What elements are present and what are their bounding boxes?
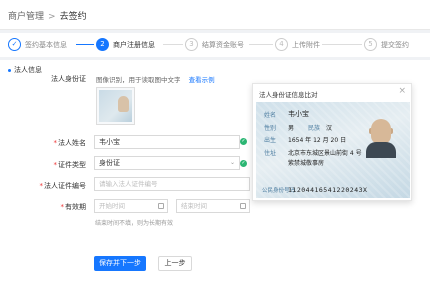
save-next-button[interactable]: 保存并下一步 bbox=[94, 256, 146, 271]
validity-label-text: 有效期 bbox=[65, 203, 86, 211]
required-mark: * bbox=[39, 182, 44, 190]
card-id-number: 11204416541220243X bbox=[288, 186, 368, 194]
idcard-thumbnail[interactable] bbox=[96, 87, 135, 125]
cert-type-valid-check-icon: ✓ bbox=[240, 160, 247, 167]
validity-hint: 结束时间不填，则为长期有效 bbox=[95, 220, 174, 227]
idcard-thumbnail-photo bbox=[118, 96, 129, 112]
card-address-line1: 北京市东城区景山前街 4 号 bbox=[288, 150, 362, 157]
idcard-hint: 图像识别，用于读取图中文字 查看示例 bbox=[96, 74, 215, 84]
required-mark: * bbox=[60, 203, 65, 211]
steps-bar: ✓ 签约基本信息 2 商户注册信息 3 结算资金账号 4 上传附件 5 提交签约 bbox=[0, 33, 430, 57]
step-2-label: 商户注册信息 bbox=[113, 41, 155, 49]
breadcrumb-current: 去签约 bbox=[59, 12, 87, 22]
card-ethnicity-label: 民族 bbox=[308, 125, 321, 132]
breadcrumb-parent[interactable]: 商户管理 bbox=[8, 12, 44, 22]
step-connector bbox=[249, 44, 273, 45]
card-gender-label: 性别 bbox=[264, 125, 277, 132]
popup-title: 法人身份证信息比对 bbox=[259, 91, 318, 99]
validity-label: *有效期 bbox=[6, 202, 87, 212]
cert-type-select[interactable]: 身份证 bbox=[94, 156, 240, 170]
validity-start-input[interactable]: 开始时间 bbox=[94, 199, 168, 213]
header-bar: 商户管理 > 去签约 bbox=[0, 0, 430, 30]
card-gender: 男 bbox=[288, 125, 295, 132]
breadcrumb-separator: > bbox=[48, 12, 56, 22]
idcard-preview-popup: 法人身份证信息比对 × 姓名 韦小宝 性别 男 民族 汉 出生 1654 年 1… bbox=[252, 83, 412, 201]
portrait-body bbox=[366, 142, 396, 158]
required-mark: * bbox=[53, 139, 58, 147]
step-3-number: 3 bbox=[185, 38, 198, 51]
card-portrait bbox=[366, 116, 396, 158]
card-name-label: 姓名 bbox=[264, 112, 277, 119]
step-5-label: 提交签约 bbox=[381, 41, 409, 49]
required-mark: * bbox=[53, 161, 58, 169]
name-input[interactable]: 韦小宝 bbox=[94, 135, 240, 149]
card-name: 韦小宝 bbox=[288, 110, 309, 118]
cert-no-input[interactable]: 请输入法人证件编号 bbox=[94, 177, 250, 191]
card-ethnicity: 汉 bbox=[326, 125, 333, 132]
breadcrumb: 商户管理 > 去签约 bbox=[8, 9, 87, 22]
card-address-label: 住址 bbox=[264, 150, 277, 157]
step-1-label: 签约基本信息 bbox=[25, 41, 67, 49]
calendar-icon bbox=[158, 203, 164, 209]
chevron-down-icon[interactable]: ⌄ bbox=[230, 159, 235, 166]
page-root: 商户管理 > 去签约 ✓ 签约基本信息 2 商户注册信息 3 结算资金账号 4 上传… bbox=[0, 0, 430, 288]
step-connector bbox=[322, 44, 362, 45]
name-label: *法人姓名 bbox=[6, 138, 87, 148]
portrait-head bbox=[371, 119, 391, 144]
step-4-number: 4 bbox=[275, 38, 288, 51]
name-label-text: 法人姓名 bbox=[58, 139, 86, 147]
view-sample-link[interactable]: 查看示例 bbox=[189, 76, 215, 84]
card-birth-label: 出生 bbox=[264, 137, 277, 144]
step-2-number: 2 bbox=[96, 38, 109, 51]
prev-button[interactable]: 上一步 bbox=[158, 256, 192, 271]
validity-end-input[interactable]: 结束时间 bbox=[176, 199, 250, 213]
step-4-label: 上传附件 bbox=[292, 41, 320, 49]
cert-type-label-text: 证件类型 bbox=[58, 161, 86, 169]
calendar-icon bbox=[240, 203, 246, 209]
idcard-label: 法人身份证 bbox=[51, 75, 86, 83]
idcard-hint-text: 图像识别，用于读取图中文字 bbox=[96, 76, 181, 84]
step-connector bbox=[76, 44, 94, 45]
step-1-check-icon: ✓ bbox=[8, 38, 21, 51]
step-3-label: 结算资金账号 bbox=[202, 41, 244, 49]
close-icon[interactable]: × bbox=[398, 86, 406, 96]
name-valid-check-icon: ✓ bbox=[240, 138, 247, 145]
idcard-thumbnail-image bbox=[99, 90, 132, 122]
idcard-image: 姓名 韦小宝 性别 男 民族 汉 出生 1654 年 12 月 20 日 住址 … bbox=[256, 102, 410, 198]
cert-type-label: *证件类型 bbox=[6, 160, 87, 170]
cert-no-label-text: 法人证件编号 bbox=[44, 182, 86, 190]
card-address-line2: 紫禁城敬事房 bbox=[288, 160, 325, 167]
step-5-number: 5 bbox=[364, 38, 377, 51]
card-birth: 1654 年 12 月 20 日 bbox=[288, 137, 347, 144]
cert-no-label: *法人证件编号 bbox=[6, 181, 87, 191]
step-connector bbox=[163, 44, 183, 45]
